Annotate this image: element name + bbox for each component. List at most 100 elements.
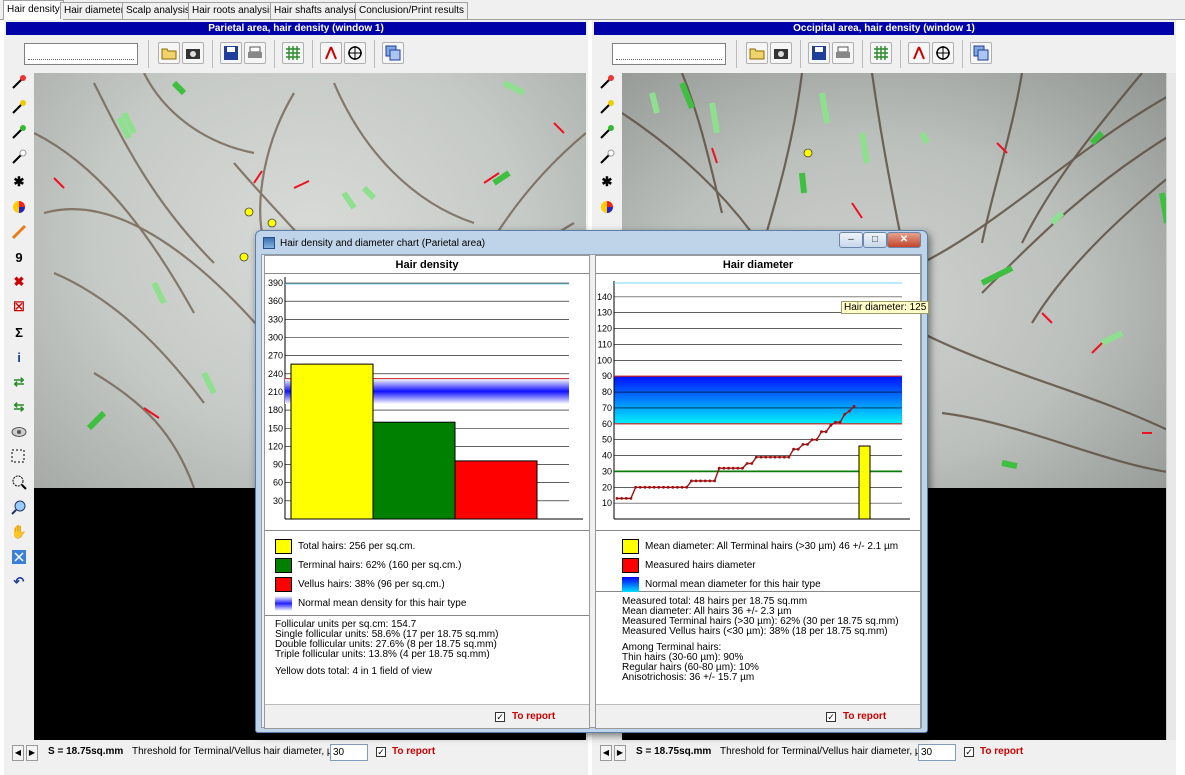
diameter-stats: Measured total: 48 hairs per 18.75 sq.mm… — [622, 597, 899, 683]
diameter-chart: 10 20 30 40 50 60 70 80 90 100 110 120 130 140 Hair d… — [596, 275, 930, 531]
vertical-scrollbar[interactable] — [1166, 73, 1176, 740]
swap-arrows-icon[interactable]: ⇄ — [9, 372, 29, 392]
magic-wand-green-icon[interactable] — [9, 122, 29, 142]
magic-wand-red-icon[interactable] — [597, 72, 617, 92]
grid-icon[interactable] — [282, 42, 304, 64]
magic-wand-white-icon[interactable] — [9, 147, 29, 167]
image-name-field[interactable] — [24, 43, 138, 65]
measured-point — [708, 479, 712, 483]
threshold-input[interactable]: 30 — [918, 744, 956, 761]
info-icon[interactable]: i — [9, 347, 29, 367]
eye-icon[interactable] — [9, 422, 29, 442]
status-bar: ◀ ▶ S = 18.75sq.mm Threshold for Termina… — [6, 742, 586, 764]
measured-point — [643, 485, 647, 489]
area-label: S = 18.75sq.mm — [636, 746, 712, 757]
open-folder-icon[interactable] — [158, 42, 180, 64]
measured-point — [848, 409, 851, 413]
magic-wand-yellow-icon[interactable] — [9, 97, 29, 117]
measured-point — [731, 466, 735, 470]
y-tick-label: 130 — [597, 308, 612, 318]
camera-icon[interactable] — [182, 42, 204, 64]
measured-point — [634, 485, 637, 489]
delete-selection-icon[interactable]: ☒ — [9, 297, 29, 317]
delete-icon[interactable]: ✖ — [9, 272, 29, 292]
magnifier-icon[interactable] — [9, 497, 29, 517]
sum-icon[interactable]: Σ — [9, 322, 29, 342]
asterisk-icon[interactable]: ✱ — [9, 172, 29, 192]
copy-windows-icon[interactable] — [382, 42, 404, 64]
measured-point — [666, 485, 670, 489]
zoom-select-icon[interactable] — [9, 472, 29, 492]
measured-point — [624, 497, 628, 500]
to-report-checkbox[interactable]: ✓ — [495, 712, 505, 722]
threshold-input[interactable]: 30 — [330, 744, 368, 761]
open-folder-icon[interactable] — [746, 42, 768, 64]
fit-window-icon[interactable] — [9, 547, 29, 567]
to-report-label[interactable]: To report — [980, 746, 1023, 757]
ruler-icon[interactable] — [9, 222, 29, 242]
y-tick-label: 150 — [268, 423, 283, 433]
measured-point — [629, 497, 633, 500]
close-button[interactable]: ✕ — [887, 232, 921, 248]
compass-icon[interactable] — [908, 42, 930, 64]
scroll-right-icon[interactable]: ▶ — [26, 745, 38, 761]
select-rectangle-icon[interactable] — [9, 447, 29, 467]
minimize-button[interactable]: – — [839, 232, 863, 248]
to-report-label[interactable]: To report — [392, 746, 435, 757]
tab-hair-roots-analysis[interactable]: Hair roots analysis — [188, 2, 279, 19]
grid-icon[interactable] — [870, 42, 892, 64]
maximize-button[interactable]: □ — [863, 232, 887, 248]
measured-point — [801, 443, 805, 446]
legend-measured: Measured hairs diameter — [622, 557, 756, 573]
camera-icon[interactable] — [770, 42, 792, 64]
number-nine-icon[interactable]: 9 — [9, 247, 29, 267]
magic-wand-white-icon[interactable] — [597, 147, 617, 167]
hand-icon[interactable]: ✋ — [9, 522, 29, 542]
to-report-checkbox[interactable]: ✓ — [376, 747, 386, 757]
tab-scalp-analysis[interactable]: Scalp analysis — [122, 2, 194, 19]
dialog-title: Hair density and diameter chart (Parieta… — [280, 238, 486, 249]
scroll-left-icon[interactable]: ◀ — [600, 745, 612, 761]
tab-hair-diameter[interactable]: Hair diameter — [60, 2, 129, 19]
measured-point — [694, 479, 698, 483]
print-icon[interactable] — [832, 42, 854, 64]
tab-conclusion-print[interactable]: Conclusion/Print results — [355, 2, 469, 19]
measured-point — [820, 430, 823, 434]
magic-wand-yellow-icon[interactable] — [597, 97, 617, 117]
color-wheel-icon[interactable] — [597, 197, 617, 217]
y-tick-label: 120 — [597, 324, 612, 334]
asterisk-icon[interactable]: ✱ — [597, 172, 617, 192]
compass-icon[interactable] — [320, 42, 342, 64]
magic-wand-red-icon[interactable] — [9, 72, 29, 92]
to-report-checkbox[interactable]: ✓ — [964, 747, 974, 757]
save-icon[interactable] — [808, 42, 830, 64]
y-tick-label: 60 — [273, 478, 283, 488]
crosshair-icon[interactable] — [932, 42, 954, 64]
measured-point — [648, 485, 651, 489]
to-report-checkbox[interactable]: ✓ — [826, 712, 836, 722]
to-report-label[interactable]: To report — [512, 711, 555, 722]
legend-swatch — [275, 538, 292, 554]
tab-hair-shafts-analysis[interactable]: Hair shafts analysis — [270, 2, 365, 19]
save-icon[interactable] — [220, 42, 242, 64]
y-tick-label: 140 — [597, 292, 612, 302]
to-report-label[interactable]: To report — [843, 711, 886, 722]
dialog-body: Hair density 30 60 90 120 150 180 210 240 270 300… — [261, 254, 930, 729]
magic-wand-green-icon[interactable] — [597, 122, 617, 142]
tab-hair-density[interactable]: Hair density — [3, 0, 64, 20]
y-tick-label: 180 — [268, 405, 283, 415]
y-tick-label: 210 — [268, 387, 283, 397]
undo-icon[interactable]: ↶ — [9, 572, 29, 592]
scroll-left-icon[interactable]: ◀ — [12, 745, 24, 761]
y-tick-label: 40 — [602, 451, 612, 461]
color-wheel-icon[interactable] — [9, 197, 29, 217]
image-name-field[interactable] — [612, 43, 726, 65]
scroll-right-icon[interactable]: ▶ — [614, 745, 626, 761]
density-heading: Hair density — [265, 256, 589, 274]
threshold-label: Threshold for Terminal/Vellus hair diame… — [132, 746, 344, 757]
print-icon[interactable] — [244, 42, 266, 64]
crosshair-icon[interactable] — [344, 42, 366, 64]
copy-windows-icon[interactable] — [970, 42, 992, 64]
rotate-arrows-icon[interactable]: ⇆ — [9, 397, 29, 417]
legend-swatch — [622, 576, 639, 592]
